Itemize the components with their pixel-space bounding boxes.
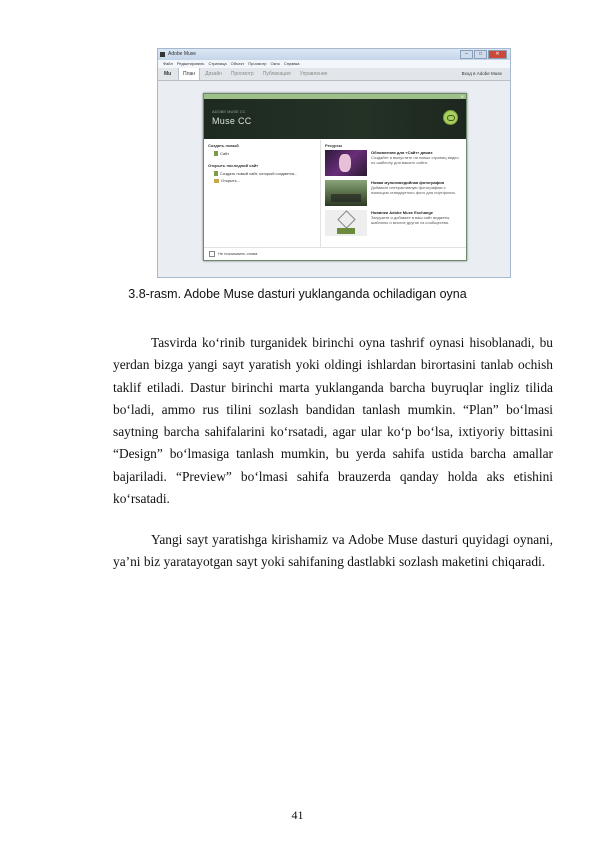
recent-heading: Открыть последний сайт [208,163,259,168]
workspace: ✕ ADOBE MUSE CC Muse CC Создать новый Са… [158,81,510,277]
menu-bar: Файл Редактировать Страница Объект Просм… [158,60,510,68]
menu-item-window[interactable]: Окно [271,60,280,68]
video-thumbnail[interactable] [325,150,367,176]
menu-item-help[interactable]: Справка [284,60,300,68]
tab-design[interactable]: Дизайн [201,68,226,80]
menu-item-view[interactable]: Просмотр [248,60,266,68]
exchange-thumbnail[interactable] [325,210,367,236]
create-column: Создать новый Сайт Открыть последний сай… [204,140,321,248]
open-site-label: Открыть... [221,178,241,183]
resources-column: Ресурсы Обновления для «Сайт» двоих Созд… [321,140,466,248]
menu-item-file[interactable]: Файл [163,60,173,68]
body-paragraph: Tasvirda ko‘rinib turganidek birinchi oy… [113,335,553,507]
banner-subtitle: ADOBE MUSE CC [212,109,246,114]
product-banner: ADOBE MUSE CC Muse CC [204,99,466,139]
figure-caption: 3.8-rasm. Adobe Muse dasturi yuklanganda… [128,287,467,301]
mode-tabs: План Дизайн Просмотр Публикация Управлен… [178,68,331,80]
dialog-footer: Не показывать снова [204,247,466,260]
resource-desc: Создайте и выпустите на новых страниц ви… [371,155,459,165]
body-paragraph: Yangi sayt yaratishga kirishamiz va Adob… [113,532,553,570]
resource-item[interactable]: Новая мультимедийная фотография Добавьте… [325,180,462,206]
muse-logo: Mu [164,71,172,77]
screenshot-figure: Adobe Muse – □ ✕ Файл Редактировать Стра… [157,48,511,278]
open-site-item[interactable]: Открыть... [214,178,316,183]
minimize-button[interactable]: – [460,50,473,59]
file-icon [214,151,218,156]
dialog-body: Создать новый Сайт Открыть последний сай… [204,140,466,248]
new-site-link[interactable]: Сайт [214,151,316,156]
menu-item-object[interactable]: Объект [231,60,245,68]
close-button[interactable]: ✕ [488,50,507,59]
window-title: Adobe Muse [168,51,197,57]
create-heading: Создать новый [208,143,239,148]
menu-item-edit[interactable]: Редактировать [177,60,205,68]
maximize-button[interactable]: □ [474,50,487,59]
resources-heading: Ресурсы [325,143,343,148]
window-titlebar: Adobe Muse – □ ✕ [158,49,510,60]
creative-cloud-icon [443,110,458,125]
resource-desc: Добавьте интерактивную фотографию с помо… [371,185,456,195]
menu-item-page[interactable]: Страница [208,60,226,68]
app-icon [160,52,165,57]
product-name: Muse CC [212,116,252,126]
tab-preview[interactable]: Просмотр [227,68,258,80]
mode-tab-bar: Mu План Дизайн Просмотр Публикация Управ… [158,68,510,81]
dont-show-label: Не показывать снова [218,251,258,256]
window-controls: – □ ✕ [460,50,507,59]
file-icon [214,171,218,176]
tab-publish[interactable]: Публикация [259,68,295,80]
resource-desc: Загрузите и добавьте в ваш сайт виджеты,… [371,215,451,225]
new-site-label: Сайт [220,151,230,156]
folder-icon [214,178,219,183]
dont-show-checkbox[interactable] [209,251,215,257]
tab-plan[interactable]: План [178,68,201,80]
resource-item[interactable]: Обновления для «Сайт» двоих Создайте и в… [325,150,462,176]
page-number: 41 [291,808,304,822]
recent-site-label: Создать новый сайт, который создается... [220,171,298,176]
photo-thumbnail[interactable] [325,180,367,206]
welcome-dialog: ✕ ADOBE MUSE CC Muse CC Создать новый Са… [203,93,467,261]
login-link[interactable]: Вход в Adobe Muse [462,68,502,80]
resource-item[interactable]: Новинки Adobe Muse Exchange Загрузите и … [325,210,462,236]
tab-manage[interactable]: Управление [296,68,332,80]
recent-site-item[interactable]: Создать новый сайт, который создается... [214,171,316,176]
